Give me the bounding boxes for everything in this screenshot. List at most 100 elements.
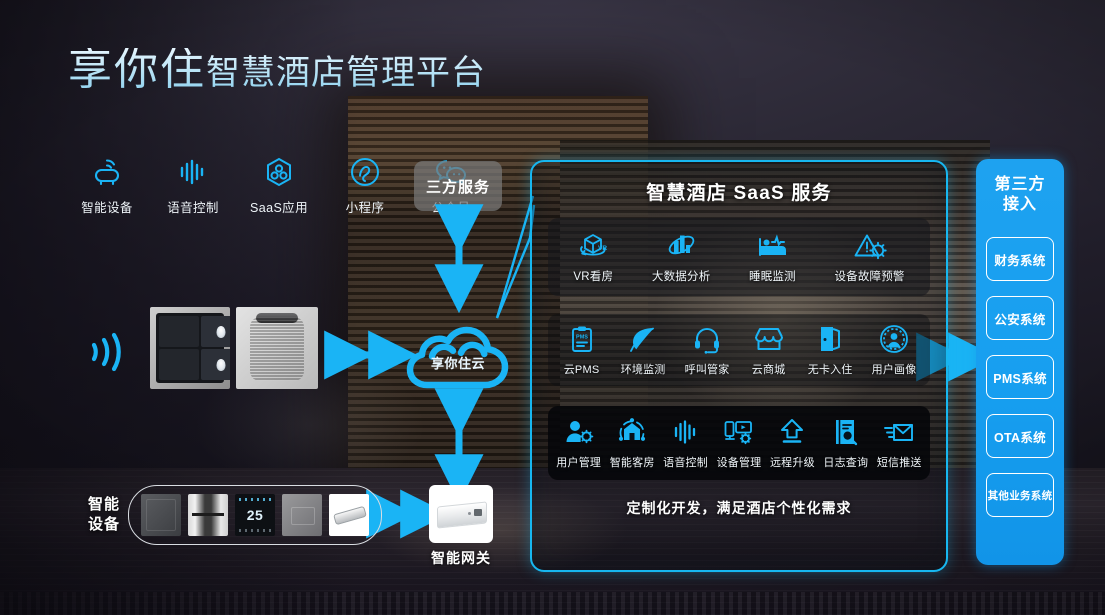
saas-item-label: 无卡入住 bbox=[807, 363, 853, 376]
saas-item-env-monitor[interactable]: 环境监测 bbox=[621, 324, 666, 377]
wifi-signal-icon bbox=[86, 330, 126, 379]
tpa-item-label: 公安系统 bbox=[994, 312, 1046, 327]
tpa-item-pms[interactable]: PMS系统 bbox=[986, 355, 1054, 399]
saas-item-cloud-mall[interactable]: 云商城 bbox=[749, 324, 789, 377]
thermostat-top-dots bbox=[239, 498, 271, 501]
saas-panel-footer: 定制化开发，满足酒店个性化需求 bbox=[626, 500, 852, 516]
saas-item-label: 设备故障预警 bbox=[834, 270, 905, 283]
warning-gear-icon bbox=[853, 231, 887, 261]
saas-item-user-management[interactable]: 用户管理 bbox=[556, 417, 601, 470]
smart-gateway-label: 智能网关 bbox=[431, 550, 491, 566]
tpa-item-label: 其他业务系统 bbox=[987, 489, 1053, 502]
saas-item-fault-alarm[interactable]: 设备故障预警 bbox=[834, 231, 904, 284]
channel-label: 智能设备 bbox=[81, 201, 133, 215]
saas-row-analytics: VR VR看房 大数据分析 睡眠监测 设备故障预警 bbox=[548, 218, 930, 296]
third-party-access-panel: 第三方 接入 财务系统 公安系统 PMS系统 OTA系统 其他业务系统 bbox=[976, 159, 1064, 565]
smart-speaker-photo bbox=[236, 307, 318, 389]
device-thumb-thermostat: 25 bbox=[235, 494, 275, 536]
tpa-item-finance[interactable]: 财务系统 bbox=[986, 237, 1054, 281]
panel-screen bbox=[156, 313, 230, 383]
tpa-title-line1: 第三方 bbox=[994, 176, 1046, 193]
saas-item-log-query[interactable]: 日志查询 bbox=[823, 417, 868, 470]
leaf-icon bbox=[628, 324, 658, 354]
gateway-port bbox=[474, 509, 482, 516]
speaker-body bbox=[250, 317, 304, 381]
saas-item-label: 呼叫管家 bbox=[684, 363, 730, 376]
page-subtitle: 智慧酒店管理平台 bbox=[206, 54, 486, 92]
saas-item-sleep-monitor[interactable]: 睡眠监测 bbox=[749, 231, 796, 284]
channel-item-mini-program[interactable]: 小程序 bbox=[334, 154, 396, 216]
voice-waveform-icon bbox=[671, 417, 701, 447]
device-manage-icon bbox=[723, 417, 755, 447]
bulb-glyph bbox=[216, 326, 226, 339]
device-thumb-light-strip bbox=[329, 494, 369, 536]
panel-cell bbox=[159, 316, 199, 347]
saas-item-label: VR看房 bbox=[573, 270, 614, 283]
storefront-icon bbox=[753, 324, 785, 354]
third-party-access-list: 财务系统 公安系统 PMS系统 OTA系统 其他业务系统 bbox=[986, 237, 1054, 517]
smart-devices-group: 25 bbox=[128, 485, 382, 545]
saas-item-smart-room[interactable]: 智能客房 bbox=[610, 417, 655, 470]
channel-label: SaaS应用 bbox=[250, 201, 308, 215]
third-party-service-label: 三方服务 bbox=[425, 178, 490, 196]
saas-item-label: 日志查询 bbox=[823, 456, 869, 469]
saas-item-label: 睡眠监测 bbox=[749, 270, 796, 283]
bar-chart-orbit-icon bbox=[665, 231, 697, 261]
saas-row-services: PMS 云PMS 环境监测 呼叫管家 云商城 无卡入住 用户画像 bbox=[548, 314, 930, 386]
device-thumb-wall-panel bbox=[282, 494, 322, 536]
tpa-title-line2: 接入 bbox=[1002, 196, 1037, 213]
saas-item-device-management[interactable]: 设备管理 bbox=[717, 417, 762, 470]
tpa-item-label: 财务系统 bbox=[994, 253, 1046, 268]
channel-item-saas-app[interactable]: SaaS应用 bbox=[248, 154, 310, 216]
svg-text:PMS: PMS bbox=[576, 334, 588, 340]
third-party-access-title: 第三方 接入 bbox=[976, 175, 1064, 215]
saas-item-cloud-pms[interactable]: PMS 云PMS bbox=[562, 324, 602, 377]
channel-item-voice-control[interactable]: 语音控制 bbox=[162, 154, 224, 216]
channel-label: 语音控制 bbox=[167, 201, 219, 215]
saas-item-cardless-checkin[interactable]: 无卡入住 bbox=[808, 324, 853, 377]
channel-item-smart-device[interactable]: 智能设备 bbox=[76, 154, 138, 216]
panel-cell bbox=[201, 316, 230, 347]
channel-label: 小程序 bbox=[345, 201, 385, 215]
saas-item-vr-tour[interactable]: VR VR看房 bbox=[573, 231, 613, 284]
saas-item-label: 用户画像 bbox=[871, 363, 917, 376]
saas-item-sms-push[interactable]: 短信推送 bbox=[877, 417, 922, 470]
mini-program-icon bbox=[349, 154, 381, 188]
svg-text:VR: VR bbox=[598, 245, 607, 252]
cloud-label: 享你住云 bbox=[430, 356, 485, 371]
saas-panel: 智慧酒店 SaaS 服务 VR VR看房 大数据分析 睡眠监测 设备故障预警 P… bbox=[530, 160, 948, 572]
page-title: 享你住智慧酒店管理平台 bbox=[68, 48, 486, 92]
saas-item-label: 短信推送 bbox=[876, 456, 922, 469]
saas-item-voice-control[interactable]: 语音控制 bbox=[663, 417, 708, 470]
open-door-icon bbox=[816, 324, 844, 354]
saas-panel-title: 智慧酒店 SaaS 服务 bbox=[646, 183, 832, 204]
saas-item-label: 语音控制 bbox=[663, 456, 708, 469]
smart-device-icon bbox=[90, 154, 124, 188]
saas-item-label: 环境监测 bbox=[620, 363, 666, 376]
saas-item-call-butler[interactable]: 呼叫管家 bbox=[685, 324, 730, 377]
tpa-item-police[interactable]: 公安系统 bbox=[986, 296, 1054, 340]
saas-item-label: 智能客房 bbox=[609, 456, 655, 469]
bulb-glyph bbox=[216, 359, 226, 372]
saas-item-big-data[interactable]: 大数据分析 bbox=[652, 231, 711, 284]
saas-item-user-profile[interactable]: 用户画像 bbox=[872, 324, 917, 377]
brand-name: 享你住 bbox=[68, 45, 206, 94]
tpa-item-other-business[interactable]: 其他业务系统 bbox=[986, 473, 1054, 517]
headset-icon bbox=[692, 324, 722, 354]
user-profile-circle-icon bbox=[879, 324, 909, 354]
smart-gateway-photo bbox=[429, 485, 493, 543]
voice-waveform-icon bbox=[176, 154, 210, 188]
smart-room-icon bbox=[617, 417, 647, 447]
log-search-icon bbox=[832, 417, 860, 447]
tpa-item-label: OTA系统 bbox=[994, 430, 1046, 445]
saas-item-label: 云商城 bbox=[751, 363, 786, 376]
tpa-item-ota[interactable]: OTA系统 bbox=[986, 414, 1054, 458]
bed-pulse-icon bbox=[755, 231, 789, 261]
saas-item-label: 远程升级 bbox=[769, 456, 815, 469]
panel-cell bbox=[201, 349, 230, 380]
cloud-node[interactable]: 享你住云 bbox=[396, 311, 520, 393]
third-party-service-box[interactable]: 三方服务 bbox=[414, 161, 502, 211]
saas-item-remote-upgrade[interactable]: 远程升级 bbox=[770, 417, 815, 470]
device-thumb-switch-panel bbox=[141, 494, 181, 536]
upload-arrow-icon bbox=[778, 417, 806, 447]
